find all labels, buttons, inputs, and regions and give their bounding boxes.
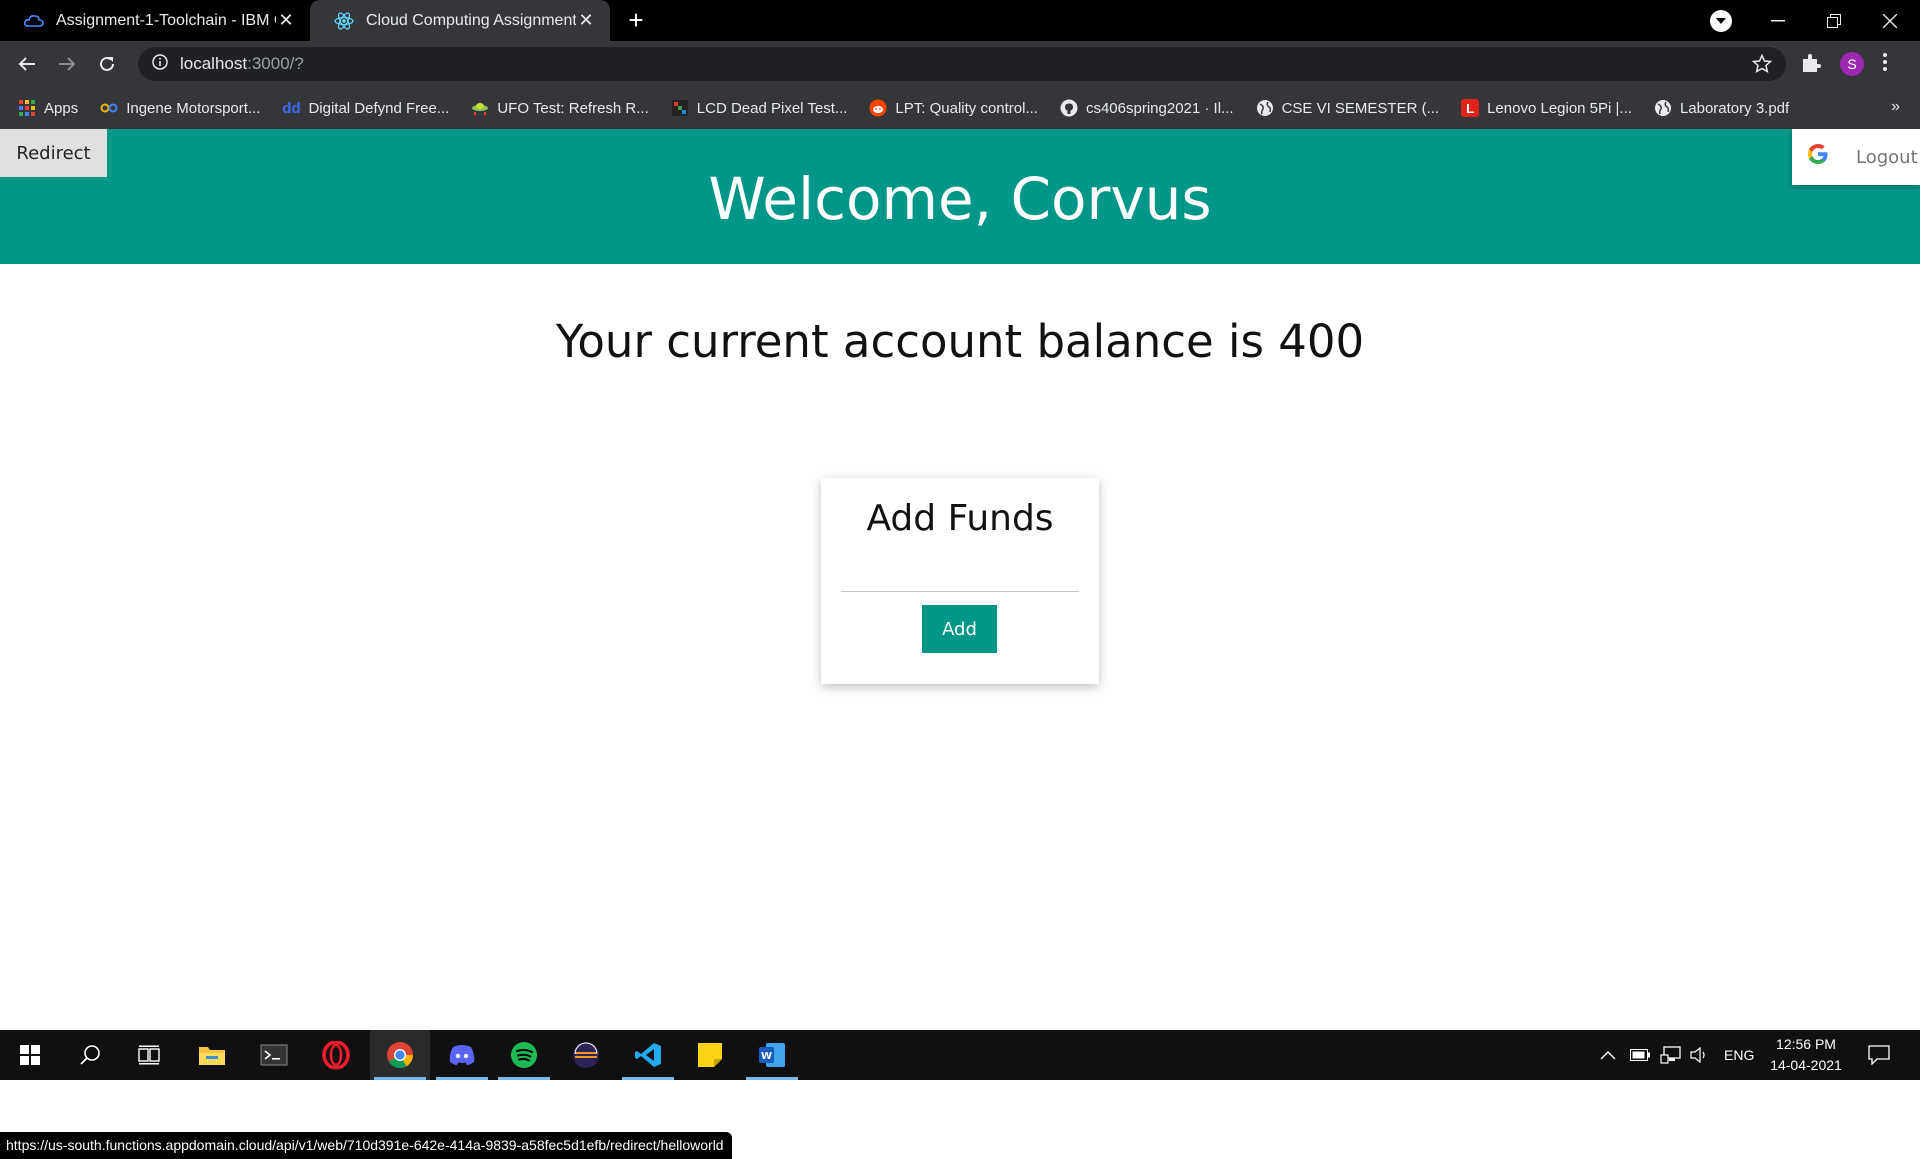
vscode-icon[interactable] <box>618 1030 678 1080</box>
notifications-icon[interactable] <box>1868 1030 1890 1080</box>
language-indicator[interactable]: ENG <box>1724 1030 1754 1080</box>
bookmark-laboratory-3[interactable]: Laboratory 3.pdf <box>1654 99 1789 117</box>
close-tab-icon[interactable]: ✕ <box>276 10 296 31</box>
globe-icon <box>1654 99 1672 117</box>
spotify-icon[interactable] <box>494 1030 554 1080</box>
bookmark-label: UFO Test: Refresh R... <box>497 99 649 117</box>
bookmark-ingene[interactable]: Ingene Motorsport... <box>100 99 260 117</box>
bookmark-digital-defynd[interactable]: dd Digital Defynd Free... <box>282 99 449 117</box>
amount-input[interactable] <box>841 562 1079 592</box>
ibm-cloud-icon <box>24 11 44 31</box>
bookmark-label: Apps <box>44 99 79 117</box>
back-icon[interactable] <box>12 49 42 79</box>
bookmark-cse-vi-semester[interactable]: CSE VI SEMESTER (... <box>1256 99 1440 117</box>
tab-cloud-computing[interactable]: Cloud Computing Assignment ✕ <box>310 0 610 41</box>
reddit-icon <box>869 99 887 117</box>
search-icon[interactable] <box>60 1030 120 1080</box>
bookmark-label: LCD Dead Pixel Test... <box>696 99 848 117</box>
close-tab-icon[interactable]: ✕ <box>576 10 596 31</box>
tab-title: Assignment-1-Toolchain - IBM Cl <box>56 11 276 29</box>
page-viewport: Welcome, Corvus Redirect Logout Your cur… <box>0 129 1920 1159</box>
add-button[interactable]: Add <box>922 605 997 653</box>
lcd-icon <box>671 99 689 117</box>
add-funds-card: Add Funds Add <box>821 478 1099 684</box>
link-status-bar: https://us-south.functions.appdomain.clo… <box>0 1132 732 1159</box>
address-bar[interactable]: localhost:3000/? <box>138 47 1786 81</box>
discord-icon[interactable] <box>432 1030 492 1080</box>
file-explorer-icon[interactable] <box>182 1030 242 1080</box>
google-g-icon <box>1806 142 1830 173</box>
url-path: :3000/? <box>247 54 304 73</box>
bookmarks-bar: Apps Ingene Motorsport... dd Digital Def… <box>0 87 1920 129</box>
bookmark-label: cs406spring2021 · Il... <box>1085 99 1234 117</box>
bookmark-label: LPT: Quality control... <box>895 99 1038 117</box>
ufo-icon <box>471 99 489 117</box>
logout-button[interactable]: Logout <box>1792 129 1920 185</box>
bookmark-ufo-test[interactable]: UFO Test: Refresh R... <box>471 99 649 117</box>
redirect-button[interactable]: Redirect <box>0 129 107 177</box>
system-clock[interactable]: 12:56 PM 14-04-2021 <box>1764 1034 1848 1076</box>
add-funds-title: Add Funds <box>866 498 1054 539</box>
eclipse-icon[interactable] <box>556 1030 616 1080</box>
battery-icon[interactable] <box>1630 1030 1650 1080</box>
terminal-icon[interactable] <box>244 1030 304 1080</box>
kebab-menu-icon[interactable] <box>1882 51 1888 78</box>
bookmark-label: Laboratory 3.pdf <box>1679 99 1790 117</box>
more-bookmarks-chevron-icon[interactable]: » <box>1891 98 1900 116</box>
svg-text:W: W <box>761 1051 772 1062</box>
dd-icon: dd <box>282 99 301 117</box>
react-icon <box>334 11 354 31</box>
minimize-icon[interactable] <box>1750 0 1806 41</box>
browser-tab-strip: Assignment-1-Toolchain - IBM Cl ✕ Cloud … <box>0 0 1920 41</box>
sticky-notes-icon[interactable] <box>680 1030 740 1080</box>
extensions-puzzle-icon[interactable] <box>1800 52 1822 79</box>
bookmark-label: CSE VI SEMESTER (... <box>1281 99 1440 117</box>
new-tab-button[interactable]: + <box>622 5 650 35</box>
volume-icon[interactable] <box>1690 1030 1710 1080</box>
bookmark-lcd-dead-pixel[interactable]: LCD Dead Pixel Test... <box>671 99 848 117</box>
forward-icon[interactable] <box>52 49 82 79</box>
opera-icon[interactable] <box>306 1030 366 1080</box>
windows-start-icon[interactable] <box>0 1030 60 1080</box>
apps-grid-icon <box>18 99 36 117</box>
network-icon[interactable] <box>1660 1030 1682 1080</box>
globe-icon <box>1256 99 1274 117</box>
app-header: Welcome, Corvus Redirect Logout <box>0 129 1920 264</box>
bookmark-star-icon[interactable] <box>1751 53 1773 79</box>
github-icon <box>1060 99 1078 117</box>
ingene-icon <box>100 99 118 117</box>
balance-text: Your current account balance is 400 <box>555 315 1365 368</box>
restore-icon[interactable] <box>1806 0 1862 41</box>
bookmark-lenovo-legion[interactable]: L Lenovo Legion 5Pi |... <box>1461 99 1632 117</box>
close-window-icon[interactable] <box>1862 0 1918 41</box>
bookmark-label: Lenovo Legion 5Pi |... <box>1487 99 1632 117</box>
clock-date: 14-04-2021 <box>1770 1057 1842 1073</box>
task-view-icon[interactable] <box>120 1030 180 1080</box>
show-hidden-icons-chevron-icon[interactable] <box>1600 1030 1616 1080</box>
clock-time: 12:56 PM <box>1776 1036 1836 1052</box>
lenovo-icon: L <box>1461 99 1480 117</box>
chrome-icon[interactable] <box>370 1030 430 1080</box>
bookmark-label: Ingene Motorsport... <box>126 99 261 117</box>
site-info-icon[interactable] <box>152 53 168 75</box>
bookmark-label: Digital Defynd Free... <box>308 99 450 117</box>
tab-search-icon[interactable] <box>1710 10 1732 32</box>
logout-label: Logout <box>1856 146 1918 168</box>
tab-ibm-toolchain[interactable]: Assignment-1-Toolchain - IBM Cl ✕ <box>0 0 310 41</box>
browser-toolbar: localhost:3000/? S <box>0 41 1920 87</box>
bookmark-lpt-quality[interactable]: LPT: Quality control... <box>869 99 1038 117</box>
profile-avatar[interactable]: S <box>1840 52 1864 76</box>
windows-taskbar: W ENG 12:56 PM 14-04-2021 <box>0 1030 1920 1080</box>
word-icon[interactable]: W <box>742 1030 802 1080</box>
bookmark-apps[interactable]: Apps <box>18 99 78 117</box>
tab-title: Cloud Computing Assignment <box>366 11 576 29</box>
welcome-title: Welcome, Corvus <box>708 165 1212 233</box>
reload-icon[interactable] <box>92 49 122 79</box>
url-host: localhost <box>180 54 248 73</box>
bookmark-cs406[interactable]: cs406spring2021 · Il... <box>1060 99 1234 117</box>
